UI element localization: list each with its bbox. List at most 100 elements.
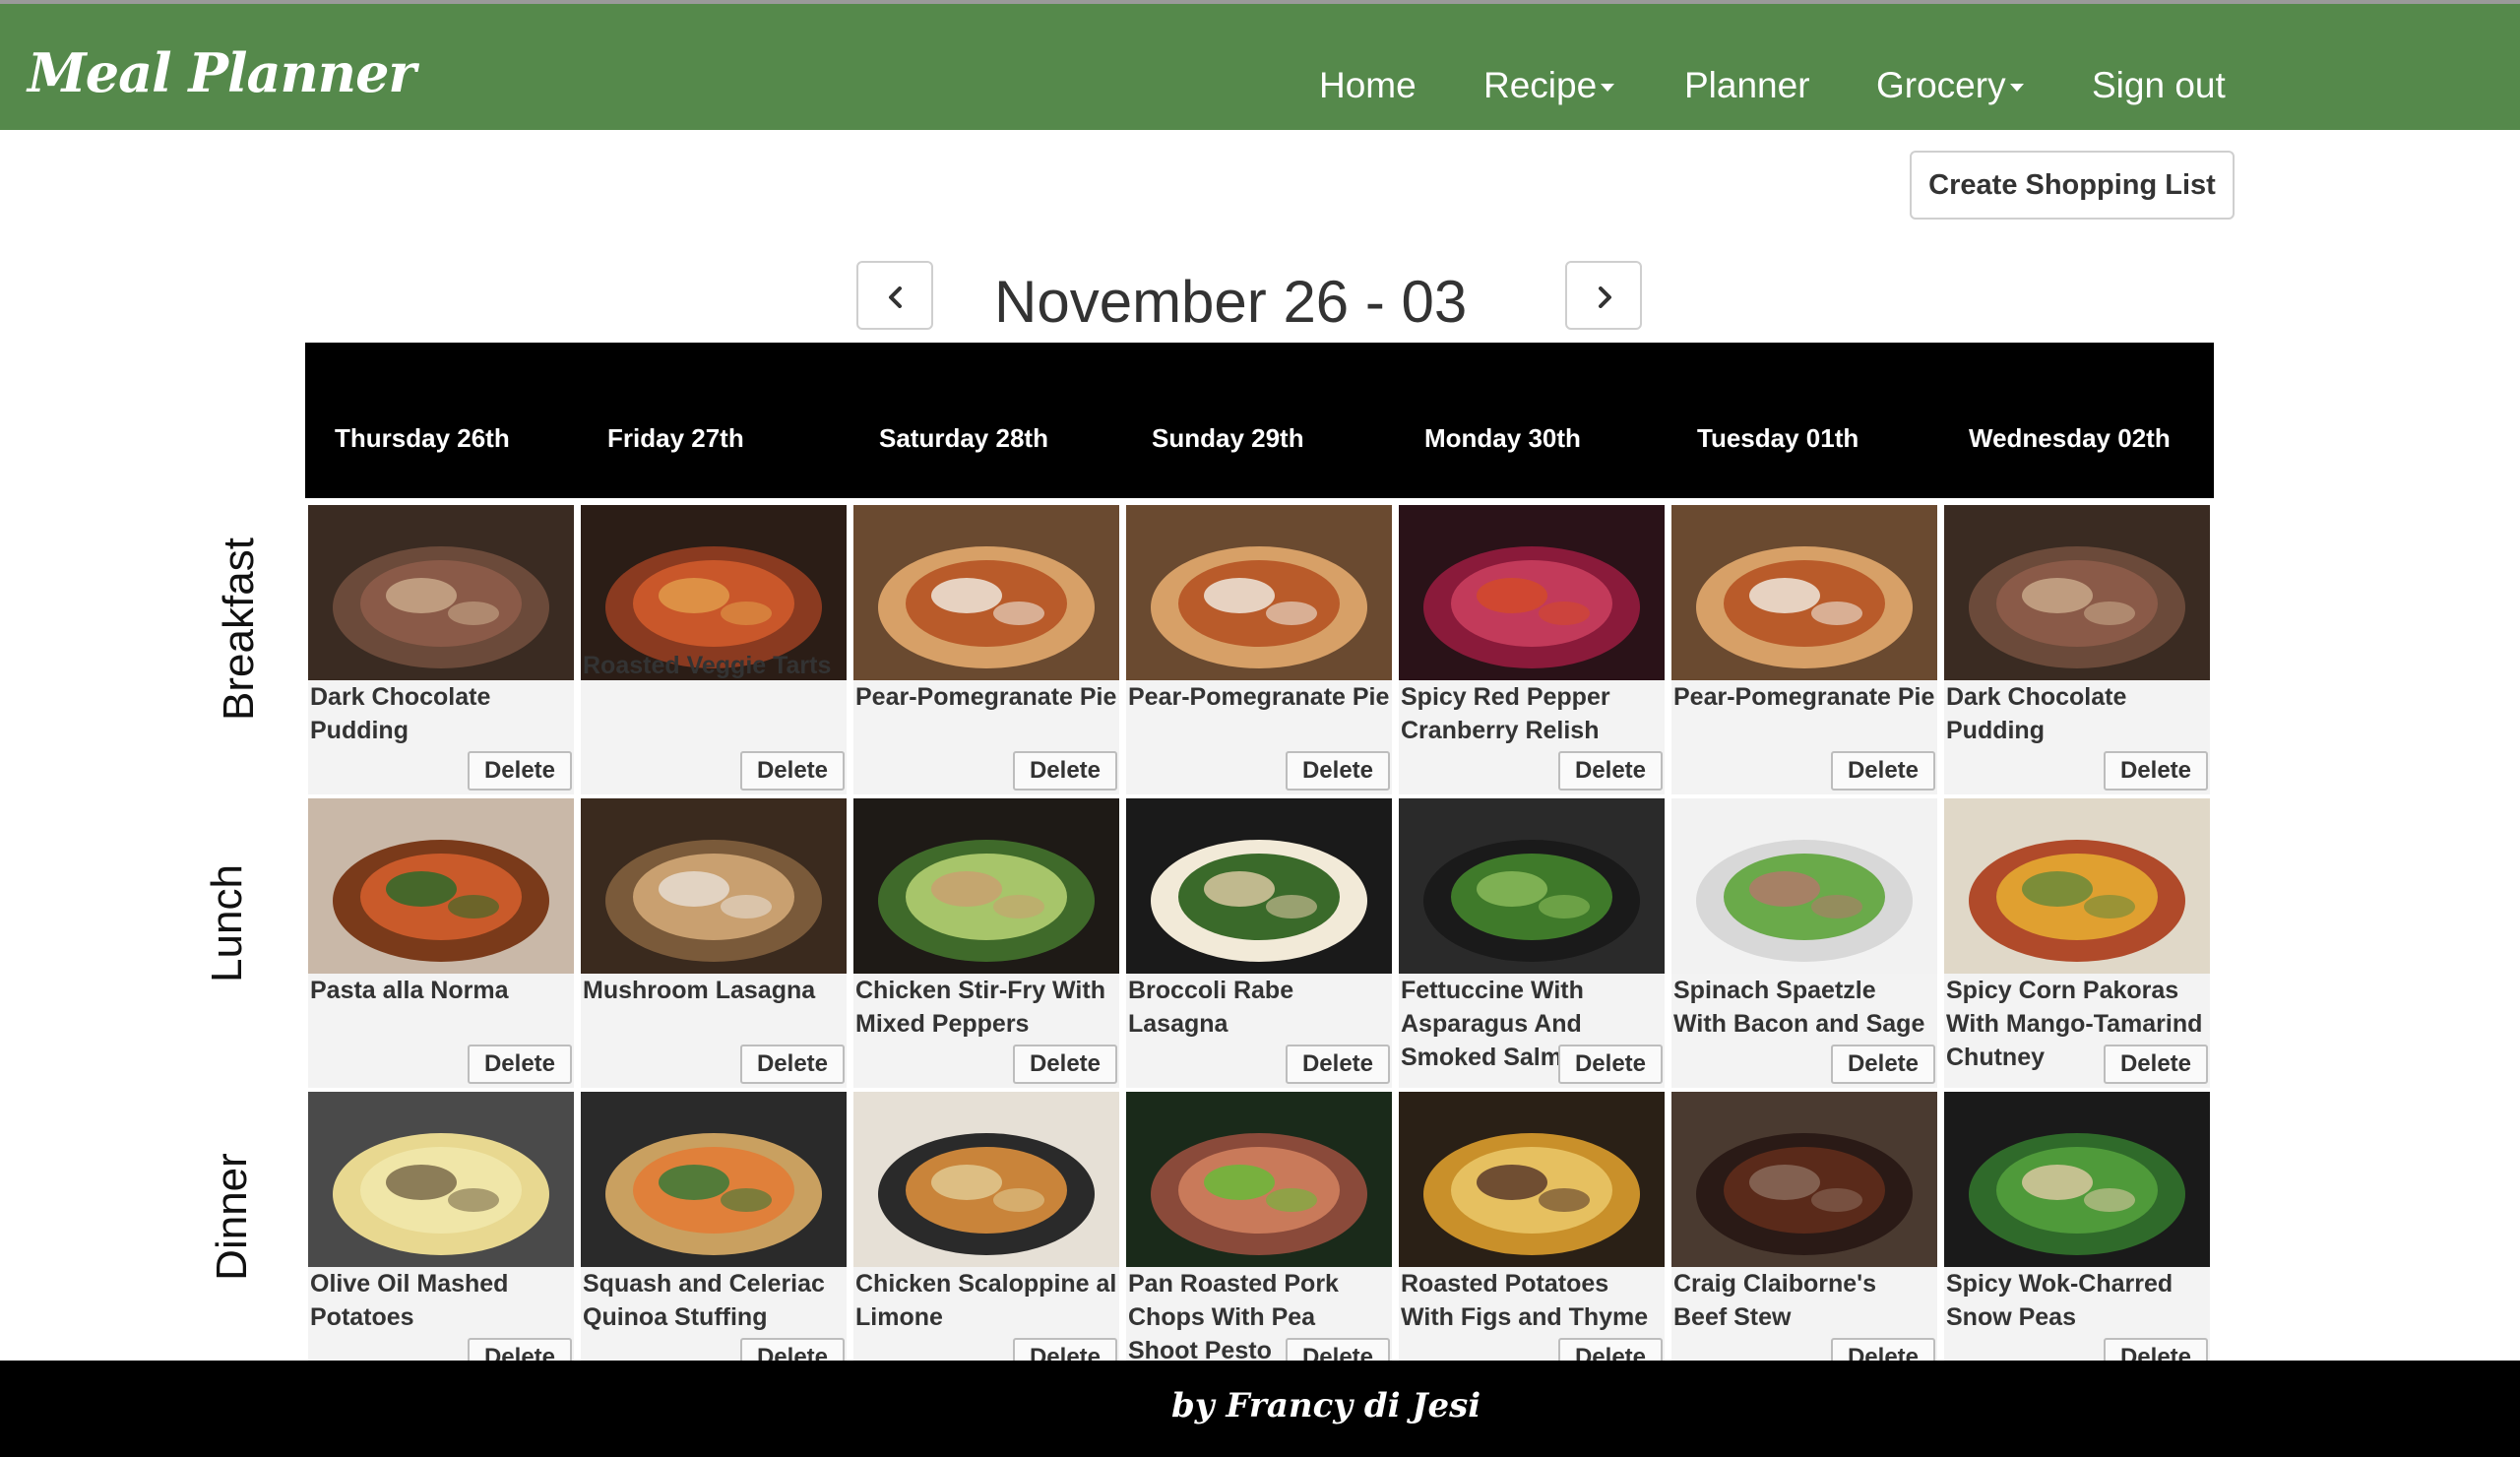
nav-planner[interactable]: Planner <box>1684 65 1810 106</box>
recipe-image[interactable] <box>1671 798 1937 974</box>
recipe-image[interactable] <box>853 1092 1119 1267</box>
recipe-title[interactable]: Dark Chocolate Pudding <box>1946 680 2208 747</box>
meal-cell-dinner[interactable]: Squash and Celeriac Quinoa Stuffing Delet… <box>581 1092 847 1381</box>
nav-planner-label: Planner <box>1684 65 1810 105</box>
meal-cell-breakfast[interactable]: Pear-Pomegranate Pie Delete <box>1126 505 1392 794</box>
meal-cell-breakfast[interactable]: Dark Chocolate Pudding Delete <box>308 505 574 794</box>
recipe-image[interactable] <box>1671 1092 1937 1267</box>
recipe-title[interactable]: Roasted Veggie Tarts <box>583 649 845 682</box>
nav-home-label: Home <box>1319 65 1417 105</box>
footer: by Francy di Jesi <box>0 1361 2520 1457</box>
delete-meal-button[interactable]: Delete <box>1831 751 1935 791</box>
day-header: Thursday 26th <box>335 423 510 453</box>
nav-grocery-label: Grocery <box>1876 65 2006 105</box>
day-header-row: Thursday 26th Friday 27th Saturday 28th … <box>305 343 2214 498</box>
nav-grocery-dropdown[interactable]: Grocery <box>1876 65 2024 106</box>
meal-cell-dinner[interactable]: Chicken Scaloppine al Limone Delete <box>853 1092 1119 1381</box>
recipe-image[interactable] <box>1399 505 1665 680</box>
recipe-title[interactable]: Craig Claiborne's Beef Stew <box>1673 1267 1935 1334</box>
meal-cell-lunch[interactable]: Mushroom Lasagna Delete <box>581 798 847 1088</box>
delete-meal-button[interactable]: Delete <box>1831 1045 1935 1084</box>
delete-meal-button[interactable]: Delete <box>1013 751 1117 791</box>
meal-cell-breakfast[interactable]: Dark Chocolate Pudding Delete <box>1944 505 2210 794</box>
recipe-image[interactable] <box>1944 505 2210 680</box>
delete-meal-button[interactable]: Delete <box>2104 751 2208 791</box>
recipe-image[interactable] <box>1399 798 1665 974</box>
recipe-image[interactable] <box>1399 1092 1665 1267</box>
nav-recipe-label: Recipe <box>1483 65 1598 105</box>
delete-meal-button[interactable]: Delete <box>1558 1045 1663 1084</box>
delete-meal-button[interactable]: Delete <box>740 1045 845 1084</box>
delete-meal-button[interactable]: Delete <box>1558 751 1663 791</box>
delete-meal-button[interactable]: Delete <box>740 751 845 791</box>
recipe-image[interactable] <box>1126 505 1392 680</box>
recipe-image[interactable] <box>853 505 1119 680</box>
recipe-title[interactable]: Mushroom Lasagna <box>583 974 845 1007</box>
create-shopping-list-button[interactable]: Create Shopping List <box>1910 151 2235 220</box>
meal-cell-dinner[interactable]: Craig Claiborne's Beef Stew Delete <box>1671 1092 1937 1381</box>
recipe-image[interactable] <box>581 1092 847 1267</box>
delete-meal-button[interactable]: Delete <box>1286 751 1390 791</box>
chevron-left-icon <box>889 286 902 308</box>
nav-recipe-dropdown[interactable]: Recipe <box>1483 65 1615 106</box>
recipe-title[interactable]: Olive Oil Mashed Potatoes <box>310 1267 572 1334</box>
meal-cell-lunch[interactable]: Pasta alla Norma Delete <box>308 798 574 1088</box>
chevron-right-icon <box>1599 286 1611 308</box>
nav-sign-out[interactable]: Sign out <box>2092 65 2226 106</box>
recipe-title[interactable]: Pasta alla Norma <box>310 974 572 1007</box>
recipe-title[interactable]: Pear-Pomegranate Pie <box>1128 680 1390 714</box>
recipe-title[interactable]: Spicy Red Pepper Cranberry Relish <box>1401 680 1663 747</box>
meal-label-breakfast: Breakfast <box>215 538 263 721</box>
recipe-title[interactable]: Spicy Wok-Charred Snow Peas <box>1946 1267 2208 1334</box>
footer-credit: by Francy di Jesi <box>1171 1386 1481 1425</box>
recipe-title[interactable]: Chicken Stir-Fry With Mixed Peppers <box>855 974 1117 1041</box>
recipe-title[interactable]: Spinach Spaetzle With Bacon and Sage <box>1673 974 1935 1041</box>
brand-logo[interactable]: Meal Planner <box>28 41 416 104</box>
meal-cell-breakfast[interactable]: Spicy Red Pepper Cranberry Relish Delete <box>1399 505 1665 794</box>
delete-meal-button[interactable]: Delete <box>468 751 572 791</box>
delete-meal-button[interactable]: Delete <box>468 1045 572 1084</box>
recipe-image[interactable] <box>1126 798 1392 974</box>
delete-meal-button[interactable]: Delete <box>1013 1045 1117 1084</box>
recipe-image[interactable] <box>1671 505 1937 680</box>
recipe-image[interactable] <box>1944 798 2210 974</box>
meal-cell-breakfast[interactable]: Roasted Veggie Tarts Delete <box>581 505 847 794</box>
prev-week-button[interactable] <box>856 261 933 330</box>
meal-cell-dinner[interactable]: Roasted Potatoes With Figs and Thyme Dele… <box>1399 1092 1665 1381</box>
meal-label-lunch: Lunch <box>203 864 251 982</box>
recipe-image[interactable] <box>853 798 1119 974</box>
recipe-image[interactable] <box>581 798 847 974</box>
meal-cell-lunch[interactable]: Spicy Corn Pakoras With Mango-Tamarind C… <box>1944 798 2210 1088</box>
caret-down-icon <box>1601 84 1615 93</box>
nav-sign-out-label: Sign out <box>2092 65 2226 105</box>
recipe-image[interactable] <box>308 505 574 680</box>
meal-cell-lunch[interactable]: Broccoli Rabe Lasagna Delete <box>1126 798 1392 1088</box>
meal-cell-lunch[interactable]: Spinach Spaetzle With Bacon and Sage Dele… <box>1671 798 1937 1088</box>
recipe-title[interactable]: Chicken Scaloppine al Limone <box>855 1267 1117 1334</box>
recipe-title[interactable]: Roasted Potatoes With Figs and Thyme <box>1401 1267 1663 1334</box>
meal-cell-dinner[interactable]: Pan Roasted Pork Chops With Pea Shoot Pe… <box>1126 1092 1392 1381</box>
day-header: Saturday 28th <box>879 423 1048 453</box>
day-header: Tuesday 01th <box>1697 423 1859 453</box>
day-header: Friday 27th <box>607 423 744 453</box>
meal-cell-lunch[interactable]: Chicken Stir-Fry With Mixed Peppers Delet… <box>853 798 1119 1088</box>
recipe-image[interactable] <box>308 798 574 974</box>
recipe-image[interactable] <box>1126 1092 1392 1267</box>
recipe-image[interactable] <box>1944 1092 2210 1267</box>
recipe-title[interactable]: Pear-Pomegranate Pie <box>855 680 1117 714</box>
meal-cell-dinner[interactable]: Spicy Wok-Charred Snow Peas Delete <box>1944 1092 2210 1381</box>
meal-cell-breakfast[interactable]: Pear-Pomegranate Pie Delete <box>1671 505 1937 794</box>
meal-cell-dinner[interactable]: Olive Oil Mashed Potatoes Delete <box>308 1092 574 1381</box>
nav-home[interactable]: Home <box>1319 65 1417 106</box>
meal-cell-breakfast[interactable]: Pear-Pomegranate Pie Delete <box>853 505 1119 794</box>
recipe-title[interactable]: Broccoli Rabe Lasagna <box>1128 974 1390 1041</box>
recipe-title[interactable]: Pear-Pomegranate Pie <box>1673 680 1935 714</box>
recipe-title[interactable]: Squash and Celeriac Quinoa Stuffing <box>583 1267 845 1334</box>
recipe-image[interactable] <box>308 1092 574 1267</box>
delete-meal-button[interactable]: Delete <box>2104 1045 2208 1084</box>
meal-cell-lunch[interactable]: Fettuccine With Asparagus And Smoked Sal… <box>1399 798 1665 1088</box>
recipe-title[interactable]: Dark Chocolate Pudding <box>310 680 572 747</box>
delete-meal-button[interactable]: Delete <box>1286 1045 1390 1084</box>
day-header: Wednesday 02th <box>1969 423 2171 453</box>
next-week-button[interactable] <box>1565 261 1642 330</box>
